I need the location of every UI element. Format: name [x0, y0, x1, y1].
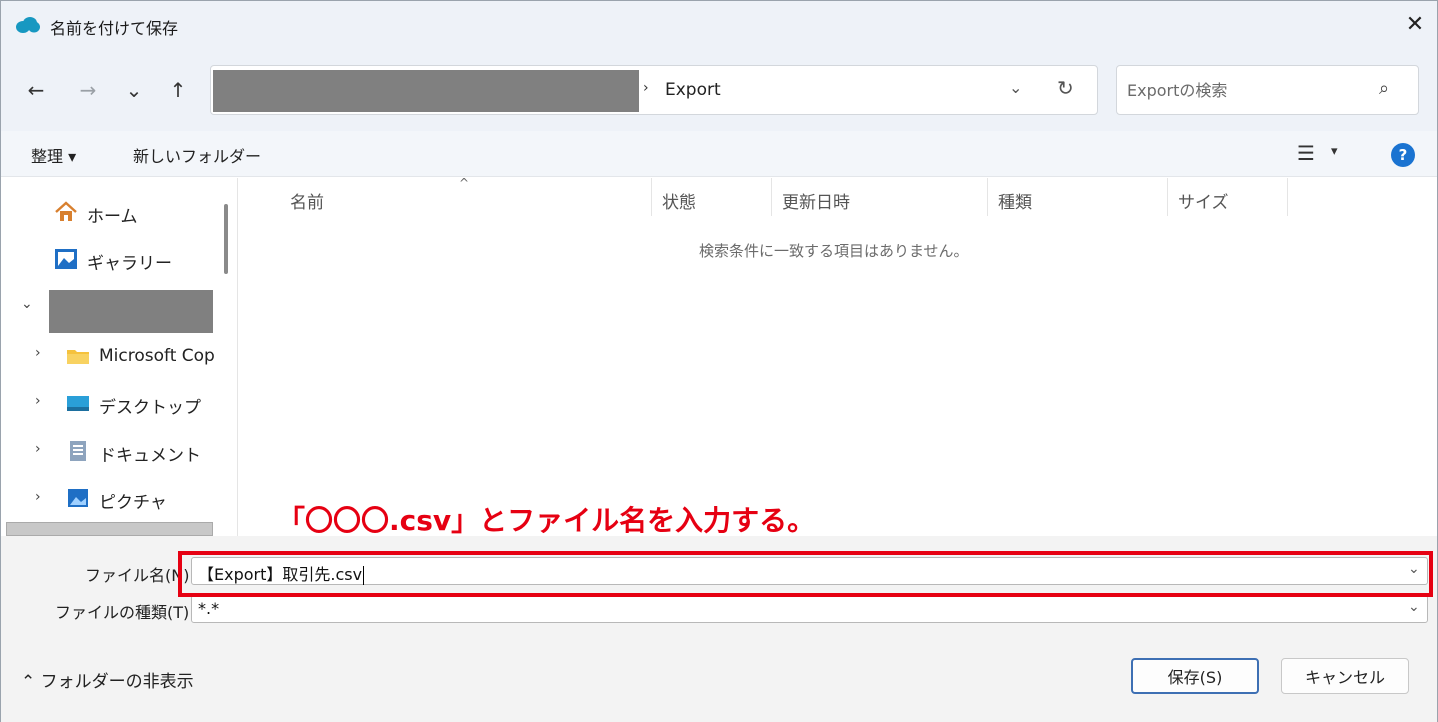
sidebar-item-label: ホーム	[87, 207, 138, 227]
home-icon	[55, 201, 77, 221]
pictures-icon	[68, 489, 88, 507]
view-dropdown-icon[interactable]: ▾	[1331, 144, 1338, 159]
up-arrow-icon[interactable]: ↑	[163, 75, 193, 105]
column-separator[interactable]	[651, 178, 652, 216]
save-button[interactable]: 保存(S)	[1131, 658, 1259, 694]
navigation-bar: ← → ⌄ ↑ › Export ⌄ ↻ ⌕	[1, 51, 1437, 131]
close-button[interactable]: ✕	[1401, 11, 1429, 39]
column-separator[interactable]	[771, 178, 772, 216]
salesforce-cloud-icon	[16, 17, 40, 33]
column-header-modified[interactable]: 更新日時	[782, 188, 850, 213]
title-bar: 名前を付けて保存 ✕	[1, 1, 1437, 51]
address-bar[interactable]: › Export ⌄ ↻	[210, 65, 1098, 115]
empty-folder-message: 検索条件に一致する項目はありません。	[699, 242, 969, 260]
expand-chevron-icon[interactable]: ›	[35, 345, 41, 361]
sidebar-item-label: ドキュメント	[99, 446, 201, 466]
expand-chevron-icon[interactable]: ›	[35, 441, 41, 457]
column-separator[interactable]	[987, 178, 988, 216]
breadcrumb-separator-icon: ›	[643, 80, 649, 96]
recent-locations-chevron-icon[interactable]: ⌄	[119, 75, 149, 105]
command-toolbar: 整理 ▾ 新しいフォルダー ☰ ▾ ?	[1, 131, 1437, 177]
expand-chevron-icon[interactable]: ›	[35, 393, 41, 409]
instruction-annotation: 「〇〇〇.csv」とファイル名を入力する。	[277, 504, 816, 537]
hide-folders-toggle[interactable]: ⌃ フォルダーの非表示	[21, 667, 194, 692]
desktop-icon	[67, 396, 89, 411]
organize-menu-button[interactable]: 整理 ▾	[31, 143, 76, 167]
file-list: 名前 ^ 状態 更新日時 種類 サイズ 検索条件に一致する項目はありません。	[239, 176, 1437, 536]
search-icon[interactable]: ⌕	[1379, 78, 1389, 99]
column-separator[interactable]	[1167, 178, 1168, 216]
search-box[interactable]: ⌕	[1116, 65, 1419, 115]
sidebar-horizontal-scrollbar[interactable]	[6, 522, 213, 536]
breadcrumb-current-folder[interactable]: Export	[665, 80, 721, 100]
expand-chevron-icon[interactable]: ›	[35, 489, 41, 505]
expand-open-chevron-icon[interactable]: ⌄	[21, 296, 33, 312]
help-icon[interactable]: ?	[1391, 143, 1415, 167]
column-header-name[interactable]: 名前	[290, 188, 324, 213]
redacted-path	[213, 70, 639, 112]
sidebar-item-label: デスクトップ	[99, 398, 201, 418]
view-options-icon[interactable]: ☰	[1297, 141, 1315, 165]
pane-divider[interactable]	[237, 178, 238, 536]
search-input[interactable]	[1127, 78, 1367, 102]
sidebar-scrollbar[interactable]	[224, 204, 228, 274]
filetype-dropdown-icon[interactable]: ⌄	[1408, 599, 1420, 615]
sidebar-item-label: ピクチャ	[99, 493, 167, 513]
window-title: 名前を付けて保存	[50, 19, 179, 38]
sidebar-item-label: ギャラリー	[87, 254, 172, 274]
document-icon	[70, 441, 86, 461]
column-header-status[interactable]: 状態	[662, 188, 696, 213]
filetype-value: *.*	[198, 599, 220, 618]
back-arrow-icon[interactable]: ←	[21, 75, 51, 105]
folder-icon	[67, 350, 89, 364]
new-folder-button[interactable]: 新しいフォルダー	[133, 143, 261, 167]
sort-ascending-icon: ^	[459, 176, 470, 190]
address-dropdown-icon[interactable]: ⌄	[1009, 78, 1022, 97]
gallery-icon	[55, 249, 77, 269]
filetype-label: ファイルの種類(T):	[55, 603, 195, 622]
redacted-sidebar-item[interactable]	[49, 290, 213, 333]
refresh-icon[interactable]: ↻	[1057, 76, 1074, 100]
save-as-dialog: 名前を付けて保存 ✕ ← → ⌄ ↑ › Export ⌄ ↻ ⌕ 整理 ▾ 新…	[0, 0, 1438, 722]
navigation-pane: ホーム ギャラリー ⌄ › Microsoft Cop › デスクトップ › ド…	[1, 178, 235, 536]
column-header-size[interactable]: サイズ	[1178, 188, 1229, 213]
column-separator[interactable]	[1287, 178, 1288, 216]
filetype-select[interactable]: *.* ⌄	[191, 595, 1428, 623]
filename-highlight-box	[178, 551, 1433, 597]
sidebar-item-label: Microsoft Cop	[99, 346, 215, 366]
column-header-type[interactable]: 種類	[998, 188, 1032, 213]
cancel-button[interactable]: キャンセル	[1281, 658, 1409, 694]
forward-arrow-icon[interactable]: →	[73, 75, 103, 105]
